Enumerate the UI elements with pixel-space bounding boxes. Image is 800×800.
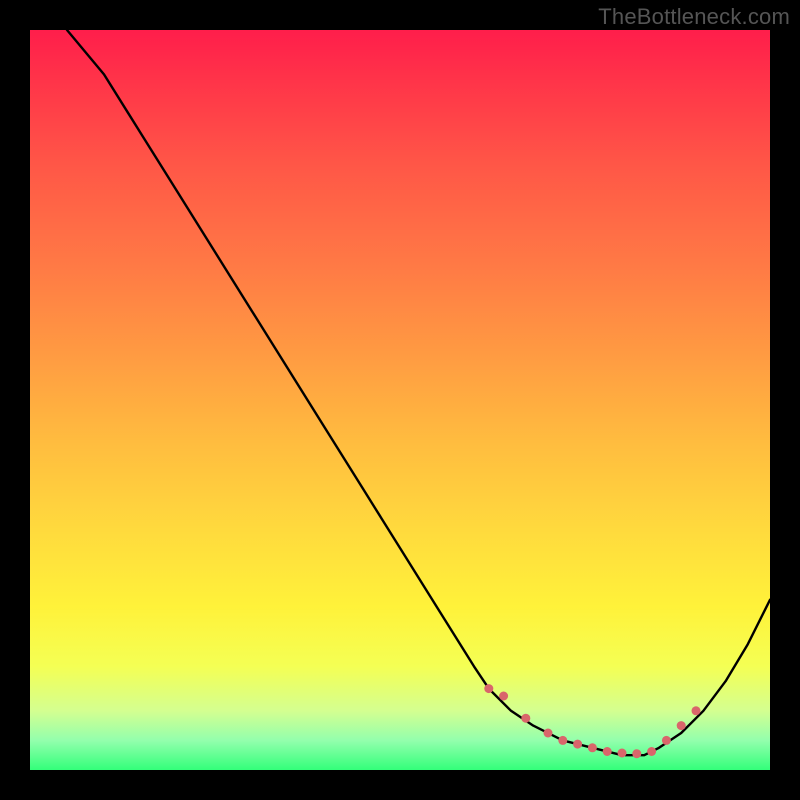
highlight-marker-dot xyxy=(662,736,671,745)
highlight-marker-dot xyxy=(521,714,530,723)
highlight-marker-group xyxy=(484,684,700,758)
highlight-marker-dot xyxy=(677,721,686,730)
chart-stage: TheBottleneck.com xyxy=(0,0,800,800)
highlight-marker-dot xyxy=(603,747,612,756)
highlight-marker-dot xyxy=(692,706,701,715)
highlight-marker-dot xyxy=(588,743,597,752)
highlight-marker-dot xyxy=(544,729,553,738)
highlight-marker-dot xyxy=(632,749,641,758)
highlight-marker-dot xyxy=(558,736,567,745)
bottleneck-curve-line xyxy=(67,30,770,755)
highlight-marker-dot xyxy=(499,692,508,701)
attribution-text: TheBottleneck.com xyxy=(598,4,790,30)
chart-plot-area xyxy=(30,30,770,770)
highlight-marker-dot xyxy=(484,684,493,693)
highlight-marker-dot xyxy=(647,747,656,756)
highlight-marker-dot xyxy=(573,740,582,749)
highlight-marker-dot xyxy=(618,749,627,758)
chart-svg xyxy=(30,30,770,770)
